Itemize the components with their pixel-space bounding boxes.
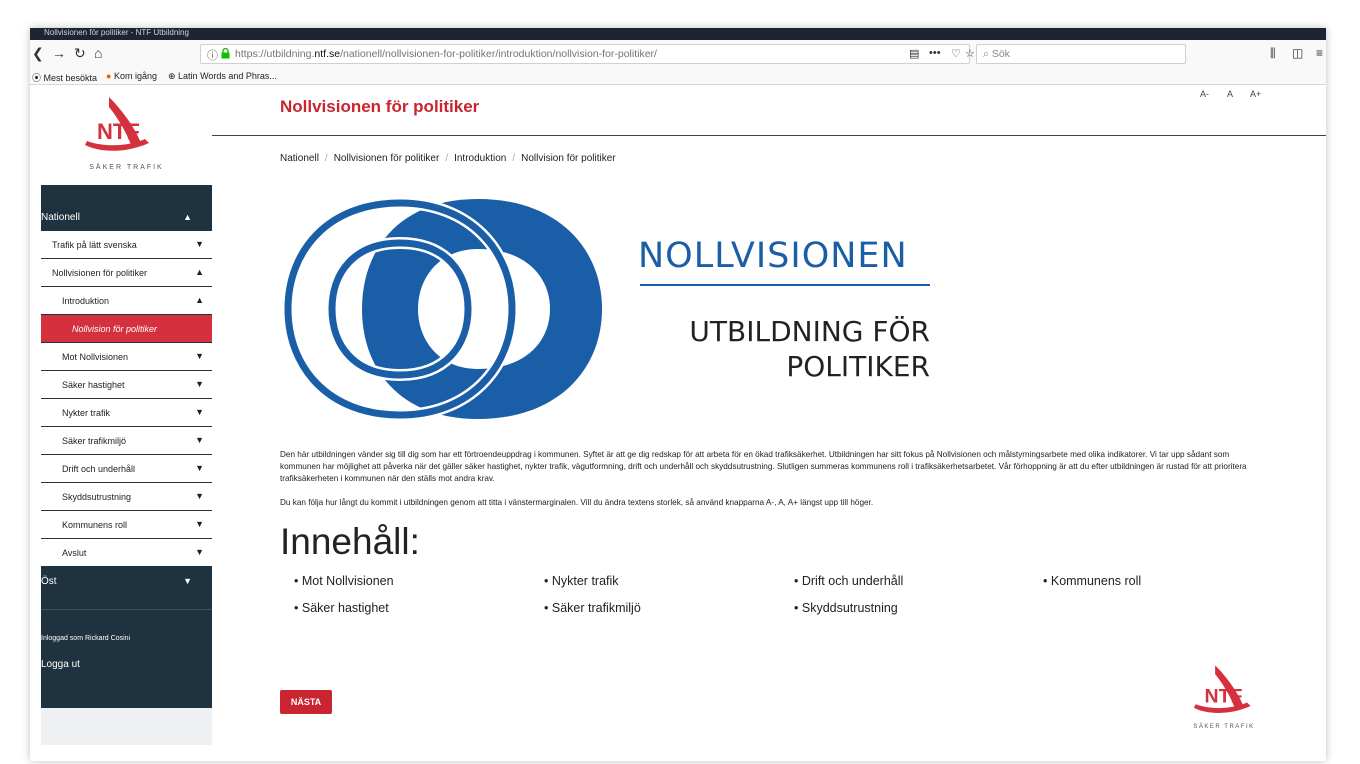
chevron-up-icon: ▲ [195, 295, 204, 305]
bookmark-latin-words[interactable]: ⊕ Latin Words and Phras... [168, 71, 277, 82]
breadcrumb-introduktion[interactable]: Introduktion [454, 153, 506, 164]
nav-item-nollvision-politiker[interactable]: Nollvision för politiker [41, 315, 212, 343]
main-content: Nollvisionen för politiker A- A A+ Natio… [212, 85, 1326, 761]
library-icon[interactable]: ⫼ [1270, 46, 1276, 61]
back-icon[interactable]: ❮ [32, 45, 44, 61]
nav-item-skyddsutrustning[interactable]: Skyddsutrustning ▼ [41, 483, 212, 511]
tab-strip: Nollvisionen för politiker - NTF Utbildn… [30, 28, 1326, 40]
toc-item-saker-hastighet[interactable]: • Säker hastighet [294, 601, 389, 615]
chevron-up-icon: ▲ [183, 212, 192, 222]
chevron-down-icon: ▼ [195, 435, 204, 445]
svg-text:NTF: NTF [1205, 686, 1243, 708]
chevron-down-icon: ▼ [195, 547, 204, 557]
more-icon[interactable]: ••• [929, 47, 941, 59]
lock-icon [221, 48, 230, 59]
sidebar: NTF SÄKER TRAFIK Nationell ▲ Trafik på lä… [41, 85, 212, 745]
course-navigation: Nationell ▲ Trafik på lätt svenska ▼ Nollv… [41, 185, 212, 708]
bookmark-star-icon[interactable]: ☆ [965, 47, 975, 60]
reload-icon[interactable]: ↻ [74, 45, 86, 61]
svg-text:NTF: NTF [97, 119, 140, 144]
nav-item-nollvisionen-politiker[interactable]: Nollvisionen för politiker ▲ [41, 259, 212, 287]
hero-subtitle-line1: UTBILDNING FÖR [689, 315, 930, 348]
reader-view-icon[interactable]: ▤ [909, 47, 919, 60]
toc-item-drift-underhall[interactable]: • Drift och underhåll [794, 574, 903, 588]
toc-item-skyddsutrustning[interactable]: • Skyddsutrustning [794, 601, 898, 615]
toc-item-nykter-trafik[interactable]: • Nykter trafik [544, 574, 619, 588]
nav-item-trafik-latt-svenska[interactable]: Trafik på lätt svenska ▼ [41, 231, 212, 259]
breadcrumb-current: Nollvision för politiker [521, 153, 616, 164]
toc-item-kommunens-roll[interactable]: • Kommunens roll [1043, 574, 1141, 588]
home-icon[interactable]: ⌂ [94, 45, 102, 61]
nav-item-introduktion[interactable]: Introduktion ▲ [41, 287, 212, 315]
logo-tagline: SÄKER TRAFIK [89, 164, 164, 171]
toc-heading: Innehåll: [280, 521, 420, 562]
nav-item-kommunens-roll[interactable]: Kommunens roll ▼ [41, 511, 212, 539]
toc-item-mot-nollvisionen[interactable]: • Mot Nollvisionen [294, 574, 394, 588]
ntf-logo[interactable]: NTF SÄKER TRAFIK [41, 85, 212, 185]
hero-banner: NOLLVISIONEN UTBILDNING FÖR POLITIKER [280, 193, 930, 430]
intro-paragraph: Den här utbildningen vänder sig till dig… [280, 450, 1247, 483]
browser-toolbar: ❮ → ↻ ⌂ ⓘ https://utbildning.ntf.se/nati… [30, 40, 1326, 68]
pocket-icon[interactable]: ♡ [951, 47, 961, 60]
url-bar[interactable]: ⓘ https://utbildning.ntf.se/nationell/no… [200, 44, 975, 64]
ntf-logo-icon: NTF [85, 97, 149, 151]
menu-icon[interactable]: ≡ [1316, 46, 1323, 60]
nav-item-nykter-trafik[interactable]: Nykter trafik ▼ [41, 399, 212, 427]
chevron-down-icon: ▼ [195, 463, 204, 473]
forward-icon[interactable]: → [52, 45, 66, 61]
toc-item-saker-trafikmiljo[interactable]: • Säker trafikmiljö [544, 601, 641, 615]
intro-hint-paragraph: Du kan följa hur långt du kommit i utbil… [280, 498, 874, 507]
chevron-down-icon: ▼ [195, 491, 204, 501]
breadcrumb-nationell[interactable]: Nationell [280, 153, 319, 164]
sidebar-divider [41, 609, 212, 610]
tab-title[interactable]: Nollvisionen för politiker - NTF Utbildn… [44, 28, 189, 38]
chevron-down-icon: ▼ [195, 239, 204, 249]
logout-link[interactable]: Logga ut [41, 659, 80, 670]
hero-subtitle-line2: POLITIKER [786, 350, 930, 383]
nav-item-drift-underhall[interactable]: Drift och underhåll ▼ [41, 455, 212, 483]
footer-ntf-logo: NTF SÄKER TRAFIK [1188, 660, 1260, 730]
page-title: Nollvisionen för politiker [280, 97, 480, 116]
info-icon[interactable]: ⓘ [207, 47, 218, 63]
breadcrumb: Nationell / Nollvisionen för politiker / Int… [280, 153, 616, 164]
nav-section-nationell[interactable]: Nationell ▲ [41, 203, 212, 231]
footer-logo-tagline: SÄKER TRAFIK [1193, 724, 1255, 730]
nav-item-saker-trafikmiljo[interactable]: Säker trafikmiljö ▼ [41, 427, 212, 455]
logged-in-user: Inloggad som Rickard Cosini [41, 635, 131, 642]
browser-window: Nollvisionen för politiker - NTF Utbildn… [30, 28, 1326, 761]
url-text: https://utbildning.ntf.se/nationell/noll… [235, 48, 657, 60]
bookmarks-bar: ⦿ Mest besökta ● Kom igång ⊕ Latin Words… [30, 68, 1326, 85]
breadcrumb-nollvisionen[interactable]: Nollvisionen för politiker [334, 153, 440, 164]
nollvisionen-rings-logo [281, 196, 602, 422]
chevron-up-icon: ▲ [195, 267, 204, 277]
chevron-down-icon: ▼ [195, 351, 204, 361]
chevron-down-icon: ▼ [195, 519, 204, 529]
chevron-down-icon: ▼ [195, 407, 204, 417]
hero-title: NOLLVISIONEN [638, 236, 908, 276]
bookmark-most-visited[interactable]: ⦿ Mest besökta [32, 71, 97, 84]
hero-divider [640, 284, 930, 286]
nav-item-saker-hastighet[interactable]: Säker hastighet ▼ [41, 371, 212, 399]
font-normal-button[interactable]: A [1227, 89, 1233, 99]
nav-item-avslut[interactable]: Avslut ▼ [41, 539, 212, 567]
web-page: NTF SÄKER TRAFIK Nationell ▲ Trafik på lä… [30, 85, 1326, 761]
font-decrease-button[interactable]: A- [1200, 89, 1209, 99]
font-increase-button[interactable]: A+ [1250, 89, 1261, 99]
sidebar-toggle-icon[interactable]: ◫ [1292, 46, 1303, 60]
ntf-logo-icon: NTF [1193, 665, 1251, 713]
nav-item-mot-nollvisionen[interactable]: Mot Nollvisionen ▼ [41, 343, 212, 371]
bookmark-getting-started[interactable]: ● Kom igång [106, 71, 157, 81]
chevron-down-icon: ▼ [195, 379, 204, 389]
chevron-down-icon: ▼ [183, 576, 192, 586]
next-button[interactable]: NÄSTA [280, 690, 332, 714]
header-divider [212, 135, 1326, 136]
search-input[interactable]: ⌕ Sök [976, 44, 1186, 64]
nav-section-ost[interactable]: Öst ▼ [41, 567, 212, 595]
